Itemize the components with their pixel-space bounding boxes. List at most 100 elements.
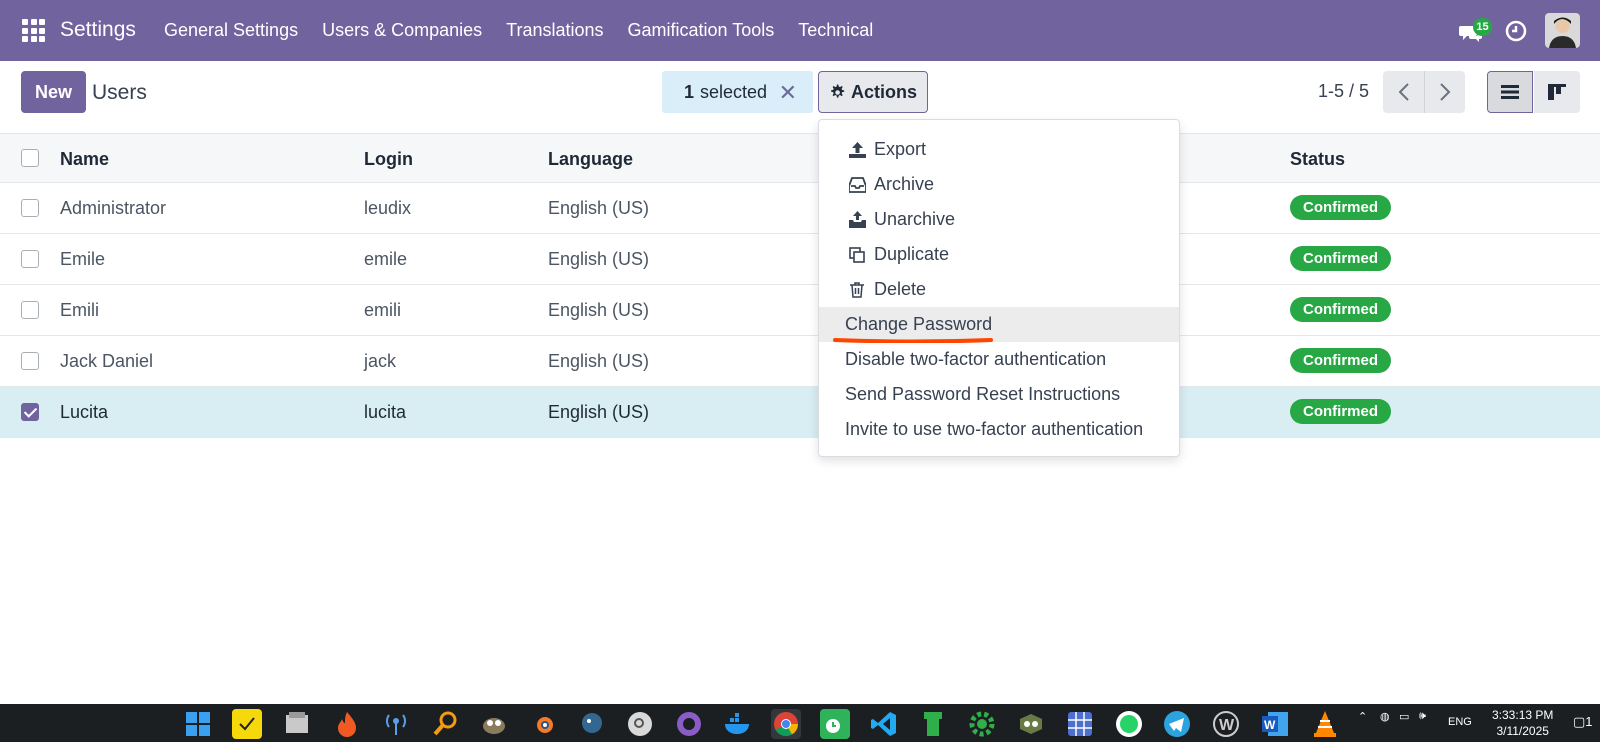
table-row[interactable]: Lucita lucita English (US) Confirmed — [0, 387, 1600, 438]
table-row[interactable]: Jack Daniel jack English (US) Confirmed — [0, 336, 1600, 387]
breadcrumb: Users — [92, 81, 147, 104]
wireless-app-icon[interactable] — [381, 709, 411, 739]
menu-item-label: Change Password — [845, 314, 993, 334]
cell-login: emili — [364, 300, 402, 320]
menu-item-invite-2fa[interactable]: Invite to use two-factor authentication — [819, 412, 1179, 447]
kanban-view-button[interactable] — [1534, 71, 1580, 113]
gamepad-app-icon[interactable] — [1016, 709, 1046, 739]
notification-count: 1 — [1585, 714, 1593, 729]
app-grid-icon[interactable] — [22, 19, 45, 42]
menu-item-archive[interactable]: Archive — [819, 167, 1179, 202]
menu-item-unarchive[interactable]: Unarchive — [819, 202, 1179, 237]
messaging-icon[interactable]: 15 — [1457, 16, 1492, 46]
menu-item-delete[interactable]: Delete — [819, 272, 1179, 307]
table-row[interactable]: Administrator leudix English (US) Confir… — [0, 183, 1600, 234]
pager-next-button[interactable] — [1424, 71, 1465, 113]
menu-item-export[interactable]: Export — [819, 132, 1179, 167]
new-button[interactable]: New — [21, 71, 86, 113]
pager-previous-button[interactable] — [1383, 71, 1424, 113]
list-view-button[interactable] — [1487, 71, 1533, 113]
blender-icon[interactable] — [528, 709, 558, 739]
pager-value[interactable]: 1-5 / 5 — [1318, 81, 1369, 102]
unarchive-icon — [848, 211, 866, 229]
search-app-icon[interactable] — [625, 709, 655, 739]
trash-icon — [848, 281, 866, 299]
svg-text:W: W — [1219, 717, 1235, 734]
cell-language: English (US) — [548, 198, 650, 218]
tray-expand-icon[interactable]: ⌃ — [1358, 710, 1367, 723]
fire-app-icon[interactable] — [332, 709, 362, 739]
select-all-checkbox[interactable] — [21, 149, 39, 167]
actions-dropdown-menu: Export Archive Unarchive Duplicate Delet… — [818, 119, 1180, 457]
menu-gamification-tools[interactable]: Gamification Tools — [628, 20, 775, 41]
wordpress-icon[interactable]: W — [1211, 709, 1241, 739]
settings-gear-app-icon[interactable] — [967, 709, 997, 739]
svg-text:W: W — [1264, 718, 1276, 732]
user-avatar[interactable] — [1545, 13, 1580, 48]
file-explorer-icon[interactable] — [282, 709, 312, 739]
sticky-notes-icon[interactable] — [232, 709, 262, 739]
chrome-icon[interactable] — [771, 709, 801, 739]
menu-item-disable-2fa[interactable]: Disable two-factor authentication — [819, 342, 1179, 377]
pipe-app-icon[interactable] — [918, 709, 948, 739]
navbar-systray: 15 — [1457, 13, 1580, 48]
table-row[interactable]: Emili emili English (US) Confirmed — [0, 285, 1600, 336]
menu-translations[interactable]: Translations — [506, 20, 603, 41]
cell-name: Jack Daniel — [60, 351, 154, 371]
docker-icon[interactable] — [723, 709, 753, 739]
row-checkbox[interactable] — [21, 301, 39, 319]
windows-start-icon[interactable] — [183, 709, 213, 739]
postgresql-icon[interactable] — [577, 709, 607, 739]
clock-app-icon[interactable] — [820, 709, 850, 739]
cell-login: emile — [364, 249, 408, 269]
grid-app-icon[interactable] — [1065, 709, 1095, 739]
row-checkbox[interactable] — [21, 403, 39, 421]
column-header-status[interactable]: Status — [1290, 149, 1345, 170]
gear-icon — [831, 84, 845, 98]
row-checkbox[interactable] — [21, 352, 39, 370]
menu-technical[interactable]: Technical — [798, 20, 873, 41]
copy-icon — [848, 246, 866, 264]
magnifier-app-icon[interactable] — [430, 709, 460, 739]
menu-item-change-password[interactable]: Change Password — [819, 307, 1179, 343]
menu-item-duplicate[interactable]: Duplicate — [819, 237, 1179, 272]
menu-item-label: Send Password Reset Instructions — [845, 384, 1121, 404]
row-checkbox[interactable] — [21, 199, 39, 217]
tray-network-icon[interactable]: ◍ — [1380, 710, 1390, 723]
column-header-language[interactable]: Language — [548, 149, 633, 170]
telegram-icon[interactable] — [1162, 709, 1192, 739]
tray-clock[interactable]: 3:33:13 PM 3/11/2025 — [1492, 707, 1553, 739]
clear-selection-icon[interactable]: ✕ — [779, 80, 797, 106]
gimp-icon[interactable] — [479, 709, 509, 739]
vscode-icon[interactable] — [869, 709, 899, 739]
activity-clock-icon[interactable] — [1505, 20, 1527, 42]
tray-battery-icon[interactable]: ▭ — [1399, 710, 1409, 723]
whatsapp-icon[interactable] — [1114, 709, 1144, 739]
tray-language[interactable]: ENG — [1448, 716, 1472, 728]
menu-general-settings[interactable]: General Settings — [164, 20, 298, 41]
menu-users-companies[interactable]: Users & Companies — [322, 20, 482, 41]
upload-icon — [848, 141, 866, 159]
table-row[interactable]: Emile emile English (US) Confirmed — [0, 234, 1600, 285]
column-header-login[interactable]: Login — [364, 149, 413, 170]
actions-button[interactable]: Actions — [818, 71, 928, 113]
kanban-view-icon — [1548, 84, 1566, 100]
windows-taskbar: W W ⌃ ◍ ▭ 🕪 ENG 3:33:13 PM 3/11/2025 ▢1 — [0, 704, 1600, 742]
cell-language: English (US) — [548, 351, 650, 371]
word-icon[interactable]: W — [1260, 709, 1290, 739]
selection-indicator: 1 selected ✕ — [662, 71, 813, 113]
notification-center-icon[interactable]: ▢1 — [1573, 714, 1593, 730]
main-menu: General Settings Users & Companies Trans… — [164, 20, 873, 41]
github-icon[interactable] — [674, 709, 704, 739]
vlc-icon[interactable] — [1310, 709, 1340, 739]
top-navbar: Settings General Settings Users & Compan… — [0, 0, 1600, 61]
row-checkbox[interactable] — [21, 250, 39, 268]
tray-volume-icon[interactable]: 🕪 — [1419, 710, 1426, 723]
app-title[interactable]: Settings — [60, 18, 136, 42]
users-list-table: Name Login Language Status Administrator… — [0, 133, 1600, 438]
column-header-name[interactable]: Name — [60, 149, 109, 170]
menu-item-send-password-reset[interactable]: Send Password Reset Instructions — [819, 377, 1179, 412]
menu-item-label: Archive — [874, 174, 935, 194]
table-header: Name Login Language Status — [0, 133, 1600, 183]
messaging-count-badge: 15 — [1473, 17, 1492, 36]
